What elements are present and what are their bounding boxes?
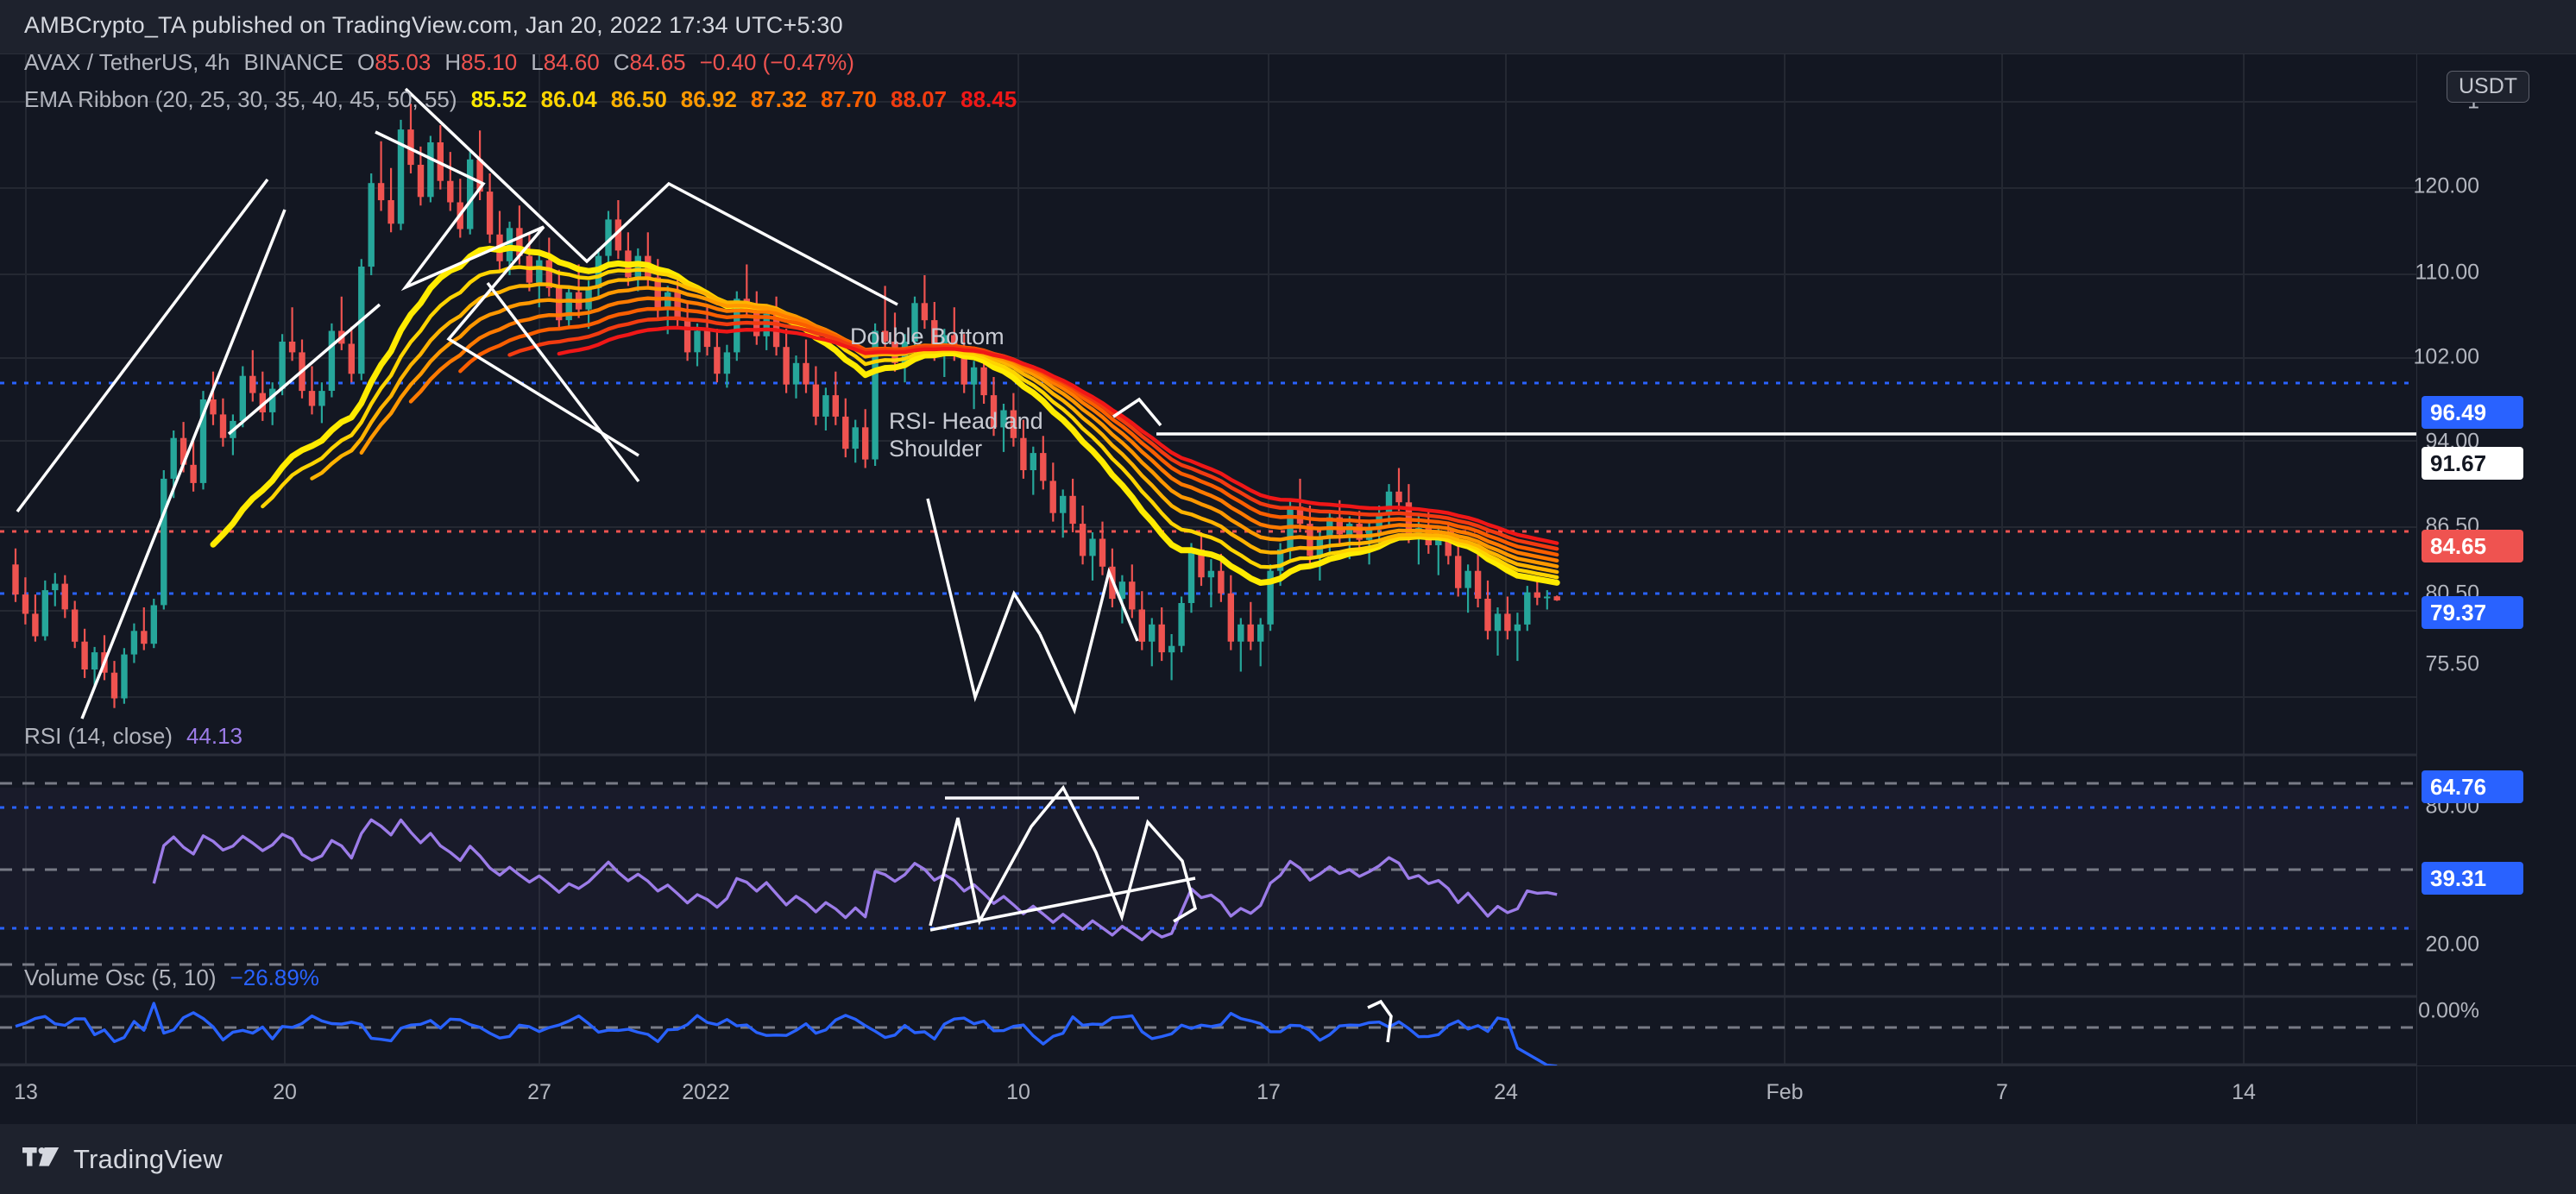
time-tick-20: 20	[273, 1080, 297, 1104]
price-tick-110: 110.00	[2415, 260, 2479, 285]
resistance-level-badge[interactable]: 96.49	[2422, 396, 2523, 429]
rsi-tick-20: 20.00	[2425, 932, 2479, 957]
time-tick-2022: 2022	[682, 1080, 730, 1104]
time-tick-24: 24	[1494, 1080, 1518, 1104]
tradingview-wordmark: TradingView	[73, 1144, 223, 1174]
support-level-badge[interactable]: 79.37	[2422, 596, 2523, 629]
tradingview-logo[interactable]: TradingView	[22, 1144, 223, 1175]
rsi-band-fill	[0, 788, 2416, 930]
volume-pane-group	[0, 999, 2416, 1068]
currency-unit-chip[interactable]: USDT	[2447, 71, 2530, 103]
time-axis[interactable]	[0, 1065, 2416, 1124]
drawn-level-badge[interactable]: 91.67	[2422, 447, 2523, 480]
double-bottom-left-leg	[926, 498, 1042, 702]
rsi-upper-band-badge[interactable]: 64.76	[2422, 770, 2523, 803]
chart-pane[interactable]: Double Bottom RSI- Head and Shoulder	[0, 53, 2416, 1068]
price-tick-120: 120.00	[2413, 173, 2479, 198]
volume-tick-zero: 0.00%	[2418, 998, 2479, 1023]
time-tick-17: 17	[1257, 1080, 1281, 1104]
price-tick-75-5: 75.50	[2425, 651, 2479, 676]
time-tick-feb: Feb	[1766, 1080, 1804, 1104]
tradingview-chart-screenshot: AMBCrypto_TA published on TradingView.co…	[0, 0, 2576, 1194]
axis-corner	[2416, 1065, 2576, 1124]
publication-attribution: AMBCrypto_TA published on TradingView.co…	[24, 12, 843, 38]
time-tick-7: 7	[1996, 1080, 2008, 1104]
footer-bar	[0, 1124, 2576, 1194]
time-tick-14: 14	[2232, 1080, 2256, 1104]
ascending-trendline-2	[80, 209, 287, 720]
time-tick-10: 10	[1006, 1080, 1030, 1104]
chart-canvas	[0, 54, 2416, 1068]
time-tick-13: 13	[14, 1080, 38, 1104]
candlestick-series	[12, 104, 1560, 708]
price-trendline-drawings	[16, 87, 2416, 800]
last-price-badge[interactable]: 84.65	[2422, 530, 2523, 562]
rsi-lower-band-badge[interactable]: 39.31	[2422, 862, 2523, 895]
price-tick-102: 102.00	[2413, 344, 2479, 369]
time-tick-27: 27	[527, 1080, 551, 1104]
rsi-pane-group	[0, 782, 2416, 966]
volume-osc-line	[15, 1002, 1558, 1068]
tradingview-mark-icon	[22, 1147, 60, 1166]
